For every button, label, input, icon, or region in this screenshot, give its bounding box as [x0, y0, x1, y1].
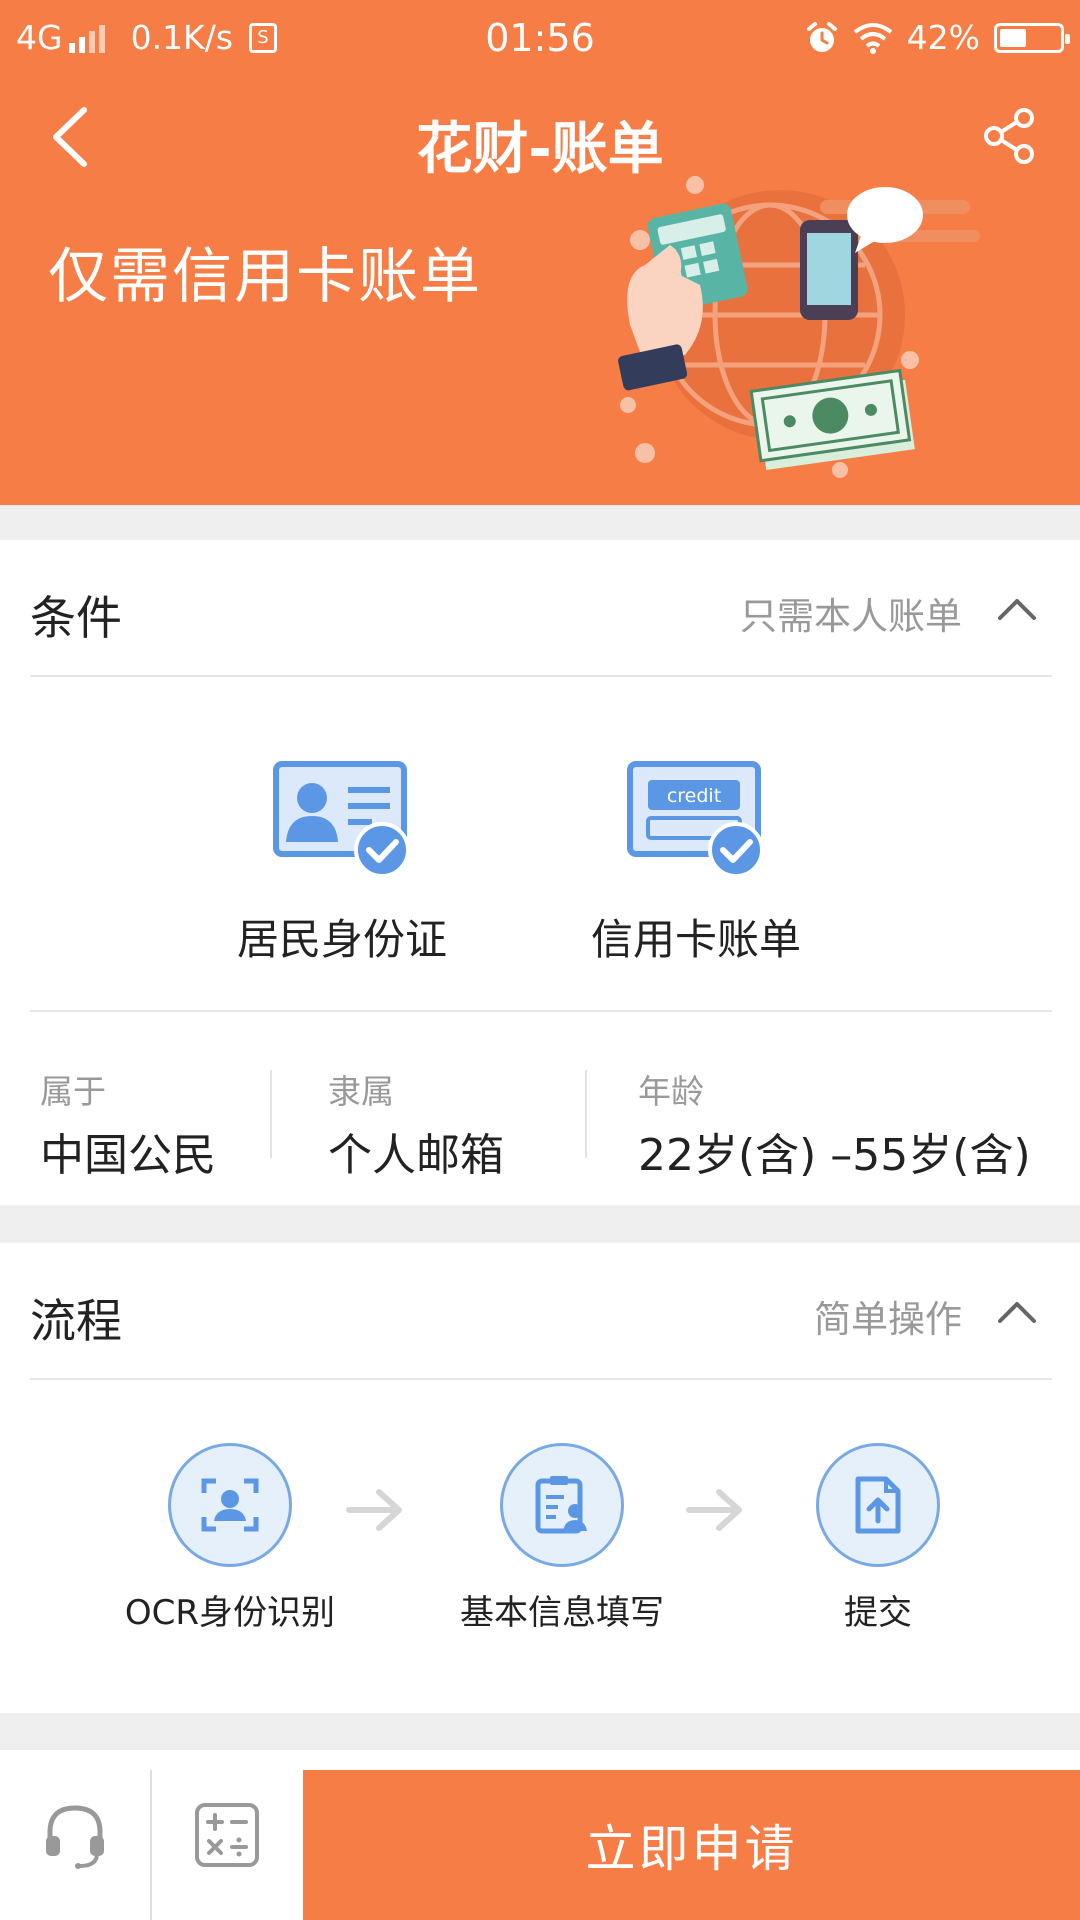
calculator-button[interactable]	[152, 1750, 302, 1920]
credit-card-text: credit	[667, 785, 721, 807]
step-label: 基本信息填写	[460, 1593, 664, 1633]
requirement-id-card: 居民身份证	[212, 760, 472, 967]
divider	[30, 1010, 1052, 1012]
meta-citizenship: 属于 中国公民	[40, 1065, 216, 1183]
battery-percent: 42%	[906, 18, 980, 57]
chevron-up-icon[interactable]	[996, 1291, 1038, 1333]
process-header[interactable]: 流程 简单操作	[0, 1243, 1080, 1378]
back-arrow-icon[interactable]	[42, 102, 102, 172]
alarm-icon	[806, 21, 837, 52]
apply-now-button[interactable]: 立即申请	[303, 1770, 1080, 1920]
headset-icon	[46, 1805, 104, 1869]
conditions-card: 条件 只需本人账单 居民身份证 credit 信用卡账单 属于 中国公民 隶属 …	[0, 540, 1080, 1205]
upload-document-icon	[855, 1476, 901, 1534]
id-card-check-icon	[273, 761, 410, 878]
requirement-label: 居民身份证	[236, 915, 447, 964]
face-scan-icon	[201, 1478, 259, 1532]
header-area: 4G 0.1K/s S 01:56 42% 花财-账单 仅需信用卡账单	[0, 0, 1080, 505]
meta-value: 22岁(含) –55岁(含)	[638, 1130, 1031, 1181]
divider	[30, 1378, 1052, 1380]
conditions-header[interactable]: 条件 只需本人账单	[0, 540, 1080, 675]
process-step-basic-info: 基本信息填写	[422, 1443, 702, 1634]
customer-service-button[interactable]	[0, 1750, 150, 1920]
share-icon[interactable]	[980, 106, 1040, 166]
meta-value: 中国公民	[40, 1130, 216, 1181]
form-person-icon	[535, 1476, 587, 1534]
meta-key: 属于	[40, 1072, 106, 1111]
requirement-label: 信用卡账单	[590, 915, 801, 964]
finance-illustration	[618, 176, 980, 478]
arrow-right-icon	[686, 1489, 742, 1531]
divider	[270, 1070, 272, 1158]
step-circle	[816, 1443, 940, 1567]
conditions-subtitle: 只需本人账单	[740, 595, 962, 638]
process-title: 流程	[30, 1294, 122, 1348]
status-right: 42%	[805, 18, 1070, 57]
bottom-action-bar: 立即申请	[0, 1750, 1080, 1920]
process-subtitle: 简单操作	[814, 1298, 962, 1341]
process-card: 流程 简单操作 OCR身份识别 基本信息填写 提交	[0, 1243, 1080, 1713]
divider	[30, 675, 1052, 677]
conditions-title: 条件	[30, 591, 122, 645]
page-title: 花财-账单	[416, 117, 664, 182]
banner-headline: 仅需信用卡账单	[48, 242, 482, 312]
meta-age: 年龄 22岁(含) –55岁(含)	[638, 1065, 1031, 1183]
chevron-up-icon[interactable]	[996, 588, 1038, 630]
step-label: 提交	[844, 1593, 912, 1633]
calculator-icon	[195, 1803, 259, 1867]
meta-key: 年龄	[638, 1072, 704, 1111]
meta-key: 隶属	[328, 1072, 394, 1111]
battery-icon	[994, 22, 1070, 53]
step-circle	[168, 1443, 292, 1567]
step-label: OCR身份识别	[124, 1593, 336, 1633]
meta-value: 个人邮箱	[328, 1130, 504, 1181]
process-step-ocr: OCR身份识别	[100, 1443, 360, 1634]
status-bar: 4G 0.1K/s S 01:56 42%	[0, 0, 1080, 76]
credit-card-check-icon: credit	[627, 761, 764, 878]
process-step-submit: 提交	[788, 1443, 968, 1634]
wifi-icon	[853, 22, 892, 54]
meta-affiliation: 隶属 个人邮箱	[328, 1065, 504, 1183]
arrow-right-icon	[346, 1489, 402, 1531]
step-circle	[500, 1443, 624, 1567]
requirement-credit-card: credit 信用卡账单	[566, 760, 826, 967]
divider	[585, 1070, 587, 1158]
